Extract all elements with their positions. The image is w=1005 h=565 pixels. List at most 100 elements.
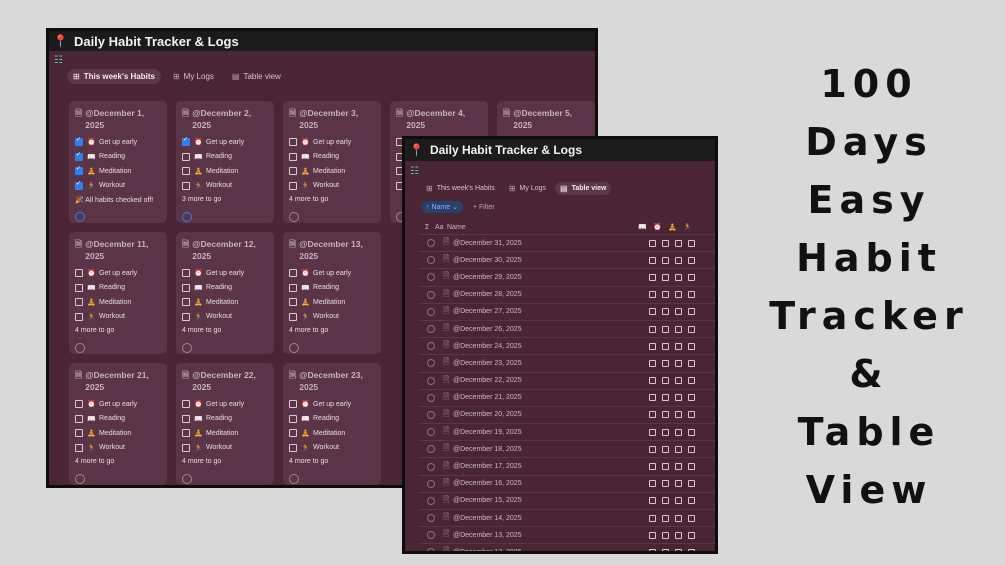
habit-checkbox[interactable] [675,531,682,539]
habit-checkbox[interactable] [688,480,695,488]
habit-checkbox[interactable] [675,377,682,385]
habit-checkbox[interactable] [289,429,297,438]
habit-checkbox[interactable] [75,269,83,278]
habit-checkbox[interactable] [289,400,297,409]
habit-checkbox[interactable] [649,325,656,333]
habit-checkbox[interactable] [75,443,83,452]
habit-checkbox[interactable] [182,283,190,292]
habit-checkbox[interactable] [662,480,669,488]
table-row[interactable]: 🗎 @December 28, 2025 [419,285,715,303]
habit-checkbox[interactable] [289,443,297,452]
habit-checkbox[interactable] [662,291,669,299]
habit-checkbox[interactable] [649,548,656,551]
habit-checkbox[interactable] [662,531,669,539]
habit-checkbox[interactable] [662,548,669,551]
habit-checkbox[interactable] [675,480,682,488]
habit-checkbox[interactable] [289,283,297,292]
habit-checkbox[interactable] [688,394,695,402]
habit-checkbox[interactable] [182,152,190,161]
habit-checkbox[interactable] [649,411,656,419]
table-row[interactable]: 🗎 @December 30, 2025 [419,251,715,268]
table-row[interactable]: 🗎 @December 22, 2025 [419,371,715,389]
habit-checkbox[interactable] [649,394,656,402]
habit-checkbox[interactable] [182,312,190,321]
habit-checkbox[interactable] [688,377,695,385]
habit-checkbox[interactable] [75,283,83,292]
habit-checkbox[interactable] [662,428,669,436]
habit-checkbox[interactable] [289,181,297,190]
habit-checkbox[interactable] [182,298,190,307]
habit-checkbox[interactable] [662,239,669,247]
table-row[interactable]: 🗎 @December 23, 2025 [419,354,715,371]
habit-checkbox[interactable] [289,312,297,321]
habit-checkbox[interactable] [75,400,83,409]
view-tab[interactable]: ⊞ My Logs [167,69,220,84]
habit-column-icon[interactable]: 🧘 [667,223,678,231]
habit-checkbox[interactable] [289,152,297,161]
view-tab[interactable]: ⊞ This week's Habits [421,182,500,195]
habit-checkbox[interactable] [649,359,656,367]
habit-checkbox[interactable] [675,256,682,264]
sort-name-button[interactable]: ↑ Name ⌄ [421,201,463,213]
habit-checkbox[interactable] [649,342,656,350]
view-tab[interactable]: ▤ Table view [226,69,287,84]
habit-checkbox[interactable] [289,167,297,176]
habit-checkbox[interactable] [662,359,669,367]
habit-card[interactable]: 🗎 @December 22, 2025 ⏰ Get up early 📖 Reading… [176,363,274,485]
habit-checkbox[interactable] [182,429,190,438]
habit-checkbox[interactable] [688,445,695,453]
habit-checkbox[interactable] [688,531,695,539]
table-row[interactable]: 🗎 @December 24, 2025 [419,337,715,354]
habit-checkbox[interactable] [675,291,682,299]
habit-checkbox[interactable] [675,411,682,419]
habit-checkbox[interactable] [675,428,682,436]
habit-checkbox[interactable] [688,273,695,281]
habit-checkbox[interactable] [75,429,83,438]
habit-checkbox[interactable] [662,497,669,505]
habit-checkbox[interactable] [649,273,656,281]
habit-checkbox[interactable] [662,325,669,333]
table-row[interactable]: 🗎 @December 26, 2025 [419,319,715,337]
habit-checkbox[interactable] [675,325,682,333]
habit-card[interactable]: 🗎 @December 23, 2025 ⏰ Get up early 📖 Reading… [283,363,381,485]
table-row[interactable]: 🗎 @December 14, 2025 [419,509,715,526]
habit-checkbox[interactable] [182,400,190,409]
table-row[interactable]: 🗎 @December 20, 2025 [419,405,715,423]
table-row[interactable]: 🗎 @December 18, 2025 [419,440,715,457]
habit-checkbox[interactable] [688,325,695,333]
table-row[interactable]: 🗎 @December 16, 2025 [419,474,715,492]
table-row[interactable]: 🗎 @December 31, 2025 [419,234,715,251]
habit-column-icon[interactable]: 📖 [637,223,648,231]
habit-checkbox[interactable] [688,308,695,316]
view-tab[interactable]: ⊞ My Logs [504,182,551,195]
habit-checkbox[interactable] [75,312,83,321]
habit-checkbox[interactable] [675,445,682,453]
habit-checkbox[interactable] [688,291,695,299]
habit-checkbox[interactable] [662,377,669,385]
habit-checkbox[interactable] [688,411,695,419]
habit-card[interactable]: 🗎 @December 21, 2025 ⏰ Get up early 📖 Reading… [69,363,167,485]
habit-checkbox[interactable] [649,514,656,522]
table-row[interactable]: 🗎 @December 15, 2025 [419,491,715,509]
habit-card[interactable]: 🗎 @December 3, 2025 ⏰ Get up early 📖 Reading 🧘… [283,101,381,223]
habit-checkbox[interactable] [182,414,190,423]
habit-checkbox[interactable] [182,443,190,452]
habit-card[interactable]: 🗎 @December 13, 2025 ⏰ Get up early 📖 Reading… [283,232,381,354]
habit-checkbox[interactable] [649,480,656,488]
habit-checkbox[interactable] [688,239,695,247]
habit-checkbox[interactable] [649,497,656,505]
habit-checkbox[interactable] [675,239,682,247]
habit-card[interactable]: 🗎@December 1, 2025⏰Get up early📖Reading🧘… [69,101,167,223]
habit-checkbox[interactable] [289,414,297,423]
habit-card[interactable]: 🗎@December 2, 2025⏰Get up early📖Reading🧘… [176,101,274,223]
view-tab[interactable]: ▤ Table view [555,182,612,195]
habit-card[interactable]: 🗎 @December 12, 2025 ⏰ Get up early 📖 Reading… [176,232,274,354]
habit-checkbox[interactable] [675,308,682,316]
habit-checkbox[interactable] [662,463,669,471]
habit-checkbox[interactable] [75,136,83,147]
habit-checkbox[interactable] [75,414,83,423]
habit-checkbox[interactable] [182,167,190,176]
habit-checkbox[interactable] [649,463,656,471]
habit-checkbox[interactable] [75,165,83,176]
habit-checkbox[interactable] [675,514,682,522]
